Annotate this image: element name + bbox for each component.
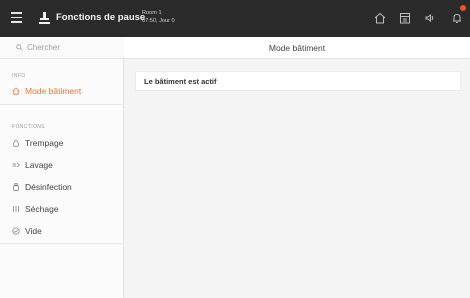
bell-icon[interactable]: [450, 11, 464, 25]
sidebar-item-building-mode[interactable]: Mode bâtiment: [0, 81, 123, 100]
room-info: Room 1 07:50, Jour 0: [142, 10, 175, 25]
room-name: Room 1: [142, 10, 162, 16]
sidebar-item-label: Séchage: [25, 203, 59, 214]
drying-icon: [12, 205, 20, 213]
sidebar-item-label: Vide: [25, 225, 42, 236]
search-input[interactable]: Chercher: [0, 37, 124, 59]
room-time-day: 07:50, Jour 0: [142, 17, 175, 24]
functions-section-label: FONCTIONS: [12, 124, 46, 130]
hamburger-menu-icon[interactable]: [11, 12, 22, 24]
sidebar-item-empty[interactable]: Vide: [0, 221, 123, 240]
building-icon: [12, 86, 20, 95]
page-header: Mode bâtiment: [124, 37, 470, 59]
sidebar-item-disinfection[interactable]: Désinfection: [0, 177, 123, 196]
sidebar-item-washing[interactable]: Lavage: [0, 155, 123, 174]
search-icon: [16, 44, 23, 51]
sidebar-item-drying[interactable]: Séchage: [0, 199, 123, 218]
sidebar-item-label: Mode bâtiment: [25, 85, 82, 96]
building-status-card: Le bâtiment est actif: [135, 71, 461, 91]
droplet-icon: [12, 138, 20, 147]
sidebar-item-label: Trempage: [25, 137, 64, 148]
main-content: Mode bâtiment Le bâtiment est actif: [124, 37, 470, 298]
search-placeholder: Chercher: [27, 43, 60, 52]
sidebar-item-soaking[interactable]: Trempage: [0, 133, 123, 152]
pause-functions-icon: [39, 12, 50, 25]
notification-badge: [460, 5, 466, 11]
sidebar-item-label: Désinfection: [25, 181, 72, 192]
app-title: Fonctions de pause: [56, 12, 146, 23]
house-icon[interactable]: [373, 11, 387, 25]
top-bar: Fonctions de pause Room 1 07:50, Jour 0: [0, 0, 470, 37]
disinfection-icon: [12, 182, 20, 191]
building-status-text: Le bâtiment est actif: [144, 76, 217, 86]
info-section-label: INFO: [12, 73, 26, 79]
sidebar: Chercher INFO Mode bâtiment FONCTIONS Tr…: [0, 37, 124, 298]
page-title: Mode bâtiment: [268, 42, 326, 53]
sidebar-item-label: Lavage: [25, 159, 53, 170]
sound-icon[interactable]: [423, 11, 437, 25]
sidebar-divider: [0, 104, 124, 105]
empty-icon: [12, 226, 20, 235]
calendar-icon[interactable]: [398, 11, 412, 25]
sidebar-divider: [0, 243, 124, 244]
wash-icon: [12, 161, 20, 169]
